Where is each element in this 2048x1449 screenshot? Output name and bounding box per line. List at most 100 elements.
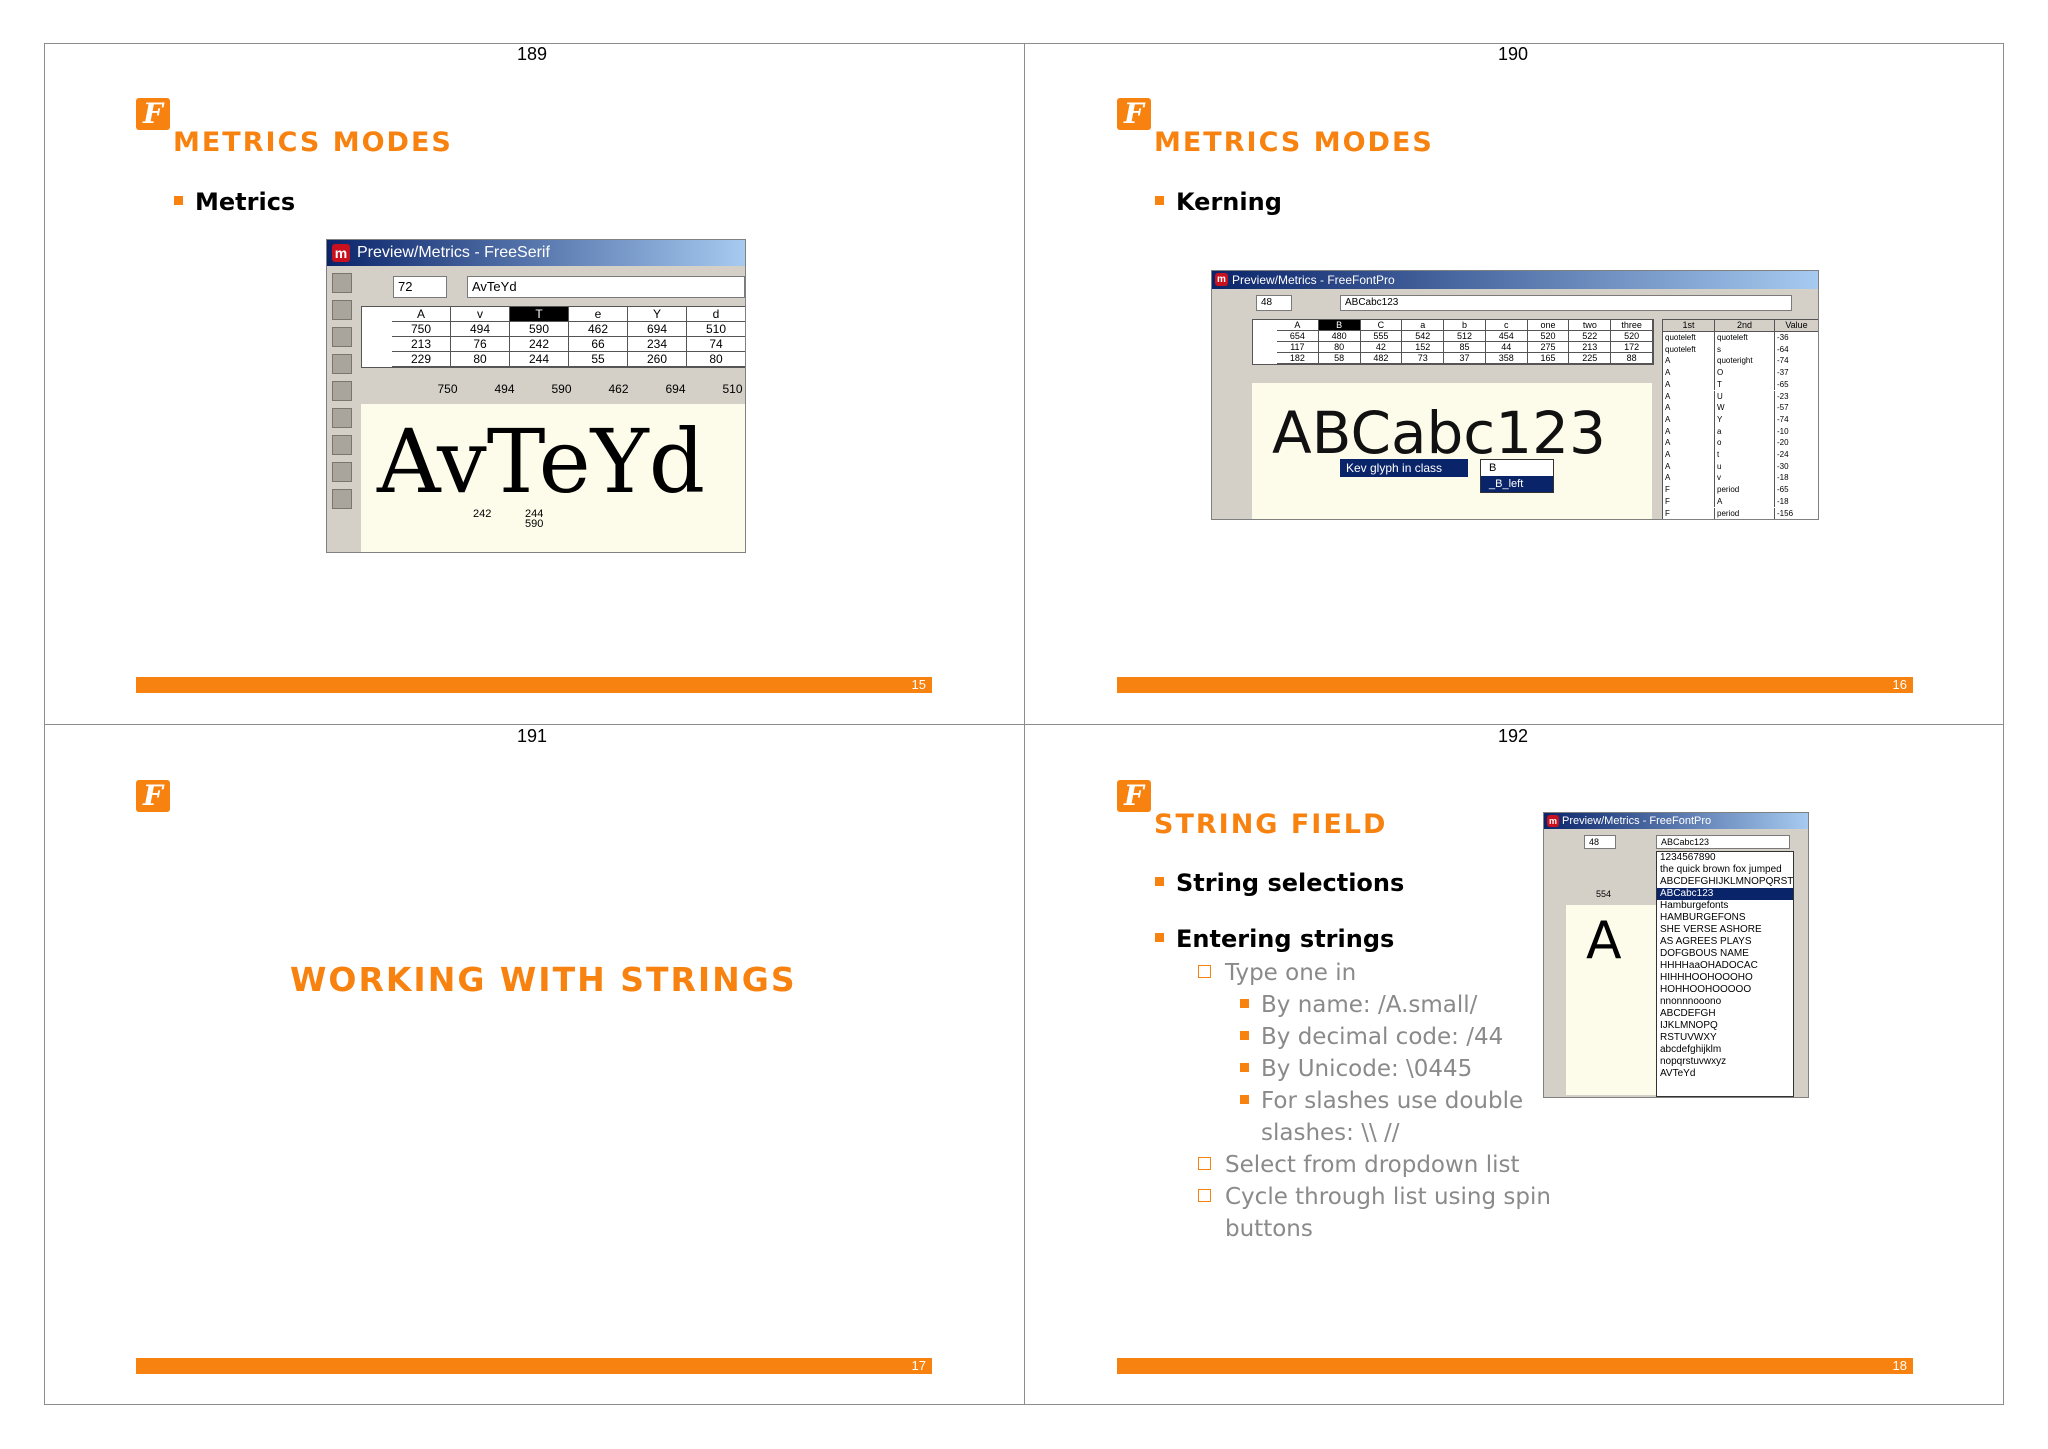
submenu: B _B_left: [1480, 459, 1554, 493]
size-field[interactable]: 48: [1584, 835, 1616, 849]
kern-cell: F: [1663, 484, 1715, 496]
metric-cell: 85: [1444, 342, 1486, 353]
kern-cell: A: [1663, 425, 1715, 438]
hollow-square-bullet-icon: [1198, 965, 1211, 978]
bullet-text: String selections: [1176, 869, 1405, 897]
dropdown-option[interactable]: nopqrstuvwxyz: [1657, 1056, 1793, 1068]
dropdown-option[interactable]: RSTUVWXY: [1657, 1032, 1793, 1044]
kern-cell: A: [1663, 367, 1715, 379]
width-value: 590: [551, 382, 572, 396]
string-field[interactable]: ABCabc123: [1340, 295, 1792, 311]
metric-cell: 37: [1444, 353, 1486, 364]
submenu-item[interactable]: B: [1481, 460, 1553, 476]
metrics-grid: A B Ca b c one two three 654 480 555 542 512 454 520 52…: [1252, 319, 1654, 365]
glyph-canvas[interactable]: ABCabc123 Kev glyph in class B _B_left: [1252, 383, 1652, 519]
dropdown-option[interactable]: HIHHHOOHOOOHO: [1657, 972, 1793, 984]
glyph-preview: AvTeYd: [377, 410, 706, 513]
save-tool-icon[interactable]: [332, 408, 352, 428]
metric-cell: 80: [687, 352, 745, 367]
kern-cell: -18: [1775, 472, 1818, 484]
sub-bullet-item: Select from dropdown list: [1198, 1152, 1519, 1178]
column-header: three: [1611, 320, 1653, 331]
hand-tool-icon[interactable]: [332, 300, 352, 320]
submenu-item[interactable]: _B_left: [1481, 476, 1553, 492]
dropdown-option[interactable]: DOFGBOUS NAME: [1657, 948, 1793, 960]
metric-cell: 512: [1444, 331, 1486, 342]
close-tool-icon[interactable]: [332, 489, 352, 509]
dropdown-option[interactable]: abcdefghijklm: [1657, 1044, 1793, 1056]
dropdown-option[interactable]: SHE VERSE ASHORE: [1657, 924, 1793, 936]
kern-cell: period: [1715, 484, 1775, 496]
column-header: d: [687, 307, 745, 322]
metric-cell: 750: [392, 322, 451, 337]
bullet-string-selections: String selections: [1155, 869, 1404, 897]
column-header: a: [1402, 320, 1445, 331]
column-header: C: [1360, 320, 1403, 331]
metric-cell: 480: [1318, 331, 1361, 342]
dropdown-option[interactable]: ABCDEFGH: [1657, 1008, 1793, 1020]
size-field[interactable]: 72: [393, 276, 447, 298]
dropdown-option[interactable]: nnonnnooono: [1657, 996, 1793, 1008]
kern-cell: -10: [1775, 426, 1818, 438]
metric-cell: 213: [1569, 342, 1612, 353]
marker-right-value-bottom: 590: [525, 518, 544, 530]
dropdown-option[interactable]: Hamburgefonts: [1657, 900, 1793, 912]
glyph-canvas[interactable]: A: [1566, 905, 1656, 1095]
kern-cell: period: [1715, 507, 1775, 519]
sub-bullet-text: By Unicode: \0445: [1261, 1056, 1473, 1082]
string-field[interactable]: AvTeYd: [467, 276, 745, 298]
dropdown-option[interactable]: AS AGREES PLAYS: [1657, 936, 1793, 948]
square-bullet-icon: [1240, 1031, 1249, 1040]
kern-cell: -20: [1775, 437, 1818, 449]
divider-horizontal: [44, 724, 2004, 725]
app-icon: m: [1215, 273, 1228, 286]
dropdown-option[interactable]: AVTeYd: [1657, 1068, 1793, 1080]
width-value: 510: [722, 382, 743, 396]
column-header: v: [451, 307, 510, 322]
kern-cell: -37: [1775, 367, 1818, 379]
string-dropdown-list[interactable]: 1234567890 the quick brown fox jumped ABCD…: [1656, 851, 1794, 1097]
metric-cell: 242: [510, 337, 569, 352]
kern-cell: v: [1715, 472, 1775, 485]
dropdown-option[interactable]: HOHHOOHOOOOO: [1657, 984, 1793, 996]
text-tool-icon[interactable]: [332, 273, 352, 293]
square-bullet-icon: [1240, 999, 1249, 1008]
dropdown-option[interactable]: HHHHaaOHADOCAC: [1657, 960, 1793, 972]
dropdown-option[interactable]: ABCabc123: [1657, 888, 1793, 900]
dropdown-option[interactable]: ABCDEFGHIJKLMNOPQRST: [1657, 876, 1793, 888]
string-field[interactable]: ABCabc123: [1656, 835, 1790, 849]
width-value: 462: [608, 382, 629, 396]
kern-cell: Y: [1715, 413, 1775, 426]
bullet-square-icon: [1155, 932, 1164, 942]
context-menu-item[interactable]: Kev glyph in class: [1340, 459, 1468, 477]
column-header: b: [1444, 320, 1486, 331]
kern-header: Value: [1775, 320, 1818, 332]
kern-cell: -65: [1775, 379, 1818, 391]
footer-bar: 16: [1117, 677, 1913, 693]
kern-tool-icon[interactable]: [332, 354, 352, 374]
dropdown-option[interactable]: IJKLMNOPQ: [1657, 1020, 1793, 1032]
dropdown-option[interactable]: HAMBURGEFONS: [1657, 912, 1793, 924]
dropdown-option[interactable]: 1234567890: [1657, 852, 1793, 864]
glyph-canvas[interactable]: AvTeYd 242 244 590: [361, 404, 745, 552]
metric-cell: 182: [1277, 353, 1319, 364]
kern-cell: quoteleft: [1663, 343, 1715, 356]
sub-bullet-text: Type one in: [1225, 960, 1357, 986]
metric-cell: 165: [1527, 353, 1570, 364]
width-value: 694: [665, 382, 686, 396]
kern-cell: U: [1715, 390, 1775, 403]
kern-cell: u: [1715, 460, 1775, 473]
print-tool-icon[interactable]: [332, 435, 352, 455]
kern-cell: A: [1663, 437, 1715, 449]
dropdown-option[interactable]: the quick brown fox jumped: [1657, 864, 1793, 876]
sub-bullet-item: buttons: [1198, 1216, 1313, 1242]
open-tool-icon[interactable]: [332, 381, 352, 401]
slide-number: 18: [1892, 1358, 1907, 1373]
bullet-text: Kerning: [1176, 188, 1282, 216]
size-field[interactable]: 48: [1256, 295, 1292, 311]
metrics-tool-icon[interactable]: [332, 327, 352, 347]
footer-bar: 17: [136, 1358, 932, 1374]
gem-tool-icon[interactable]: [332, 462, 352, 482]
kern-cell: -24: [1775, 449, 1818, 461]
kern-cell: quoteleft: [1663, 332, 1715, 344]
